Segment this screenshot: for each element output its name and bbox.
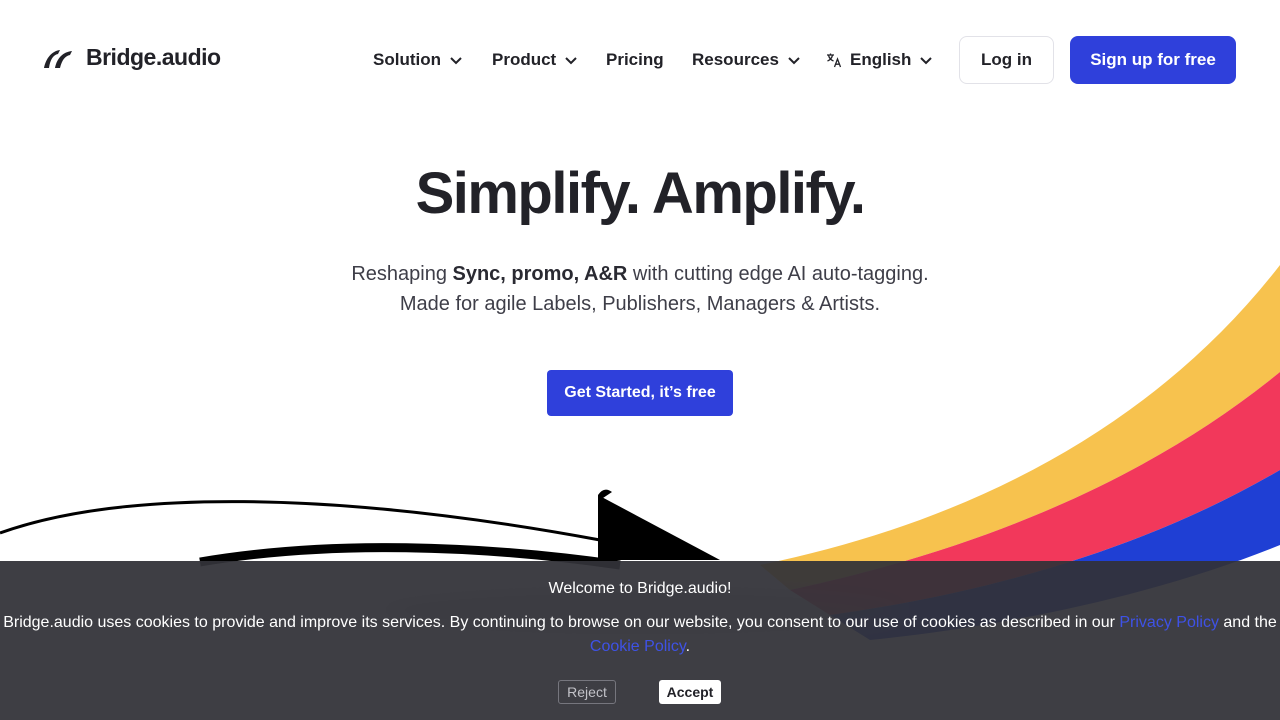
nav-solution-label: Solution (373, 50, 441, 69)
nav-solution[interactable]: Solution (373, 36, 463, 84)
language-label: English (850, 50, 912, 69)
hero-subtitle: Reshaping Sync, promo, A&R with cutting … (0, 259, 1280, 319)
brand-logo[interactable]: Bridge.audio (42, 44, 221, 71)
cookie-banner-title: Welcome to Bridge.audio! (548, 580, 732, 597)
chevron-down-icon (565, 57, 577, 65)
nav-product-label: Product (492, 50, 557, 69)
translate-icon (827, 53, 842, 68)
cookie-banner-text: Bridge.audio uses cookies to provide and… (0, 611, 1280, 659)
cookie-policy-link[interactable]: Cookie Policy (590, 638, 686, 655)
privacy-policy-link[interactable]: Privacy Policy (1119, 614, 1219, 631)
get-started-button[interactable]: Get Started, it’s free (547, 370, 733, 416)
signup-button[interactable]: Sign up for free (1070, 36, 1236, 84)
cookie-text-mid: and the (1218, 614, 1277, 631)
nav-resources-label: Resources (692, 50, 779, 69)
nav-product[interactable]: Product (492, 36, 578, 84)
site-header: Bridge.audio Solution Product Pricing Re… (0, 0, 1280, 120)
cookie-text-post: . (685, 638, 691, 655)
hero-title: Simplify. Amplify. (415, 161, 866, 226)
hero-subtitle-bold: Sync, promo, A&R (452, 263, 628, 285)
nav-pricing[interactable]: Pricing (606, 36, 664, 84)
cookie-text-pre: Bridge.audio uses cookies to provide and… (3, 614, 1120, 631)
hero-subtitle-pre: Reshaping (351, 263, 453, 285)
chevron-down-icon (788, 57, 800, 65)
accept-cookies-button[interactable]: Accept (659, 680, 721, 704)
hero-subtitle-line2: Made for agile Labels, Publishers, Manag… (399, 293, 881, 315)
brand-name: Bridge.audio (86, 44, 221, 70)
nav-resources[interactable]: Resources (692, 36, 801, 84)
bridge-logo-icon (44, 49, 72, 68)
black-curves (0, 489, 720, 570)
chevron-down-icon (920, 57, 933, 65)
chevron-down-icon (450, 57, 462, 65)
language-selector[interactable]: English (826, 36, 933, 84)
cookie-banner: Welcome to Bridge.audio! Bridge.audio us… (0, 561, 1280, 720)
hero-subtitle-post: with cutting edge AI auto-tagging. (627, 263, 929, 285)
reject-cookies-button[interactable]: Reject (558, 680, 616, 704)
hero-subtitle-line1: Reshaping Sync, promo, A&R with cutting … (0, 259, 1280, 289)
login-button[interactable]: Log in (959, 36, 1054, 84)
nav-pricing-label: Pricing (606, 50, 664, 69)
